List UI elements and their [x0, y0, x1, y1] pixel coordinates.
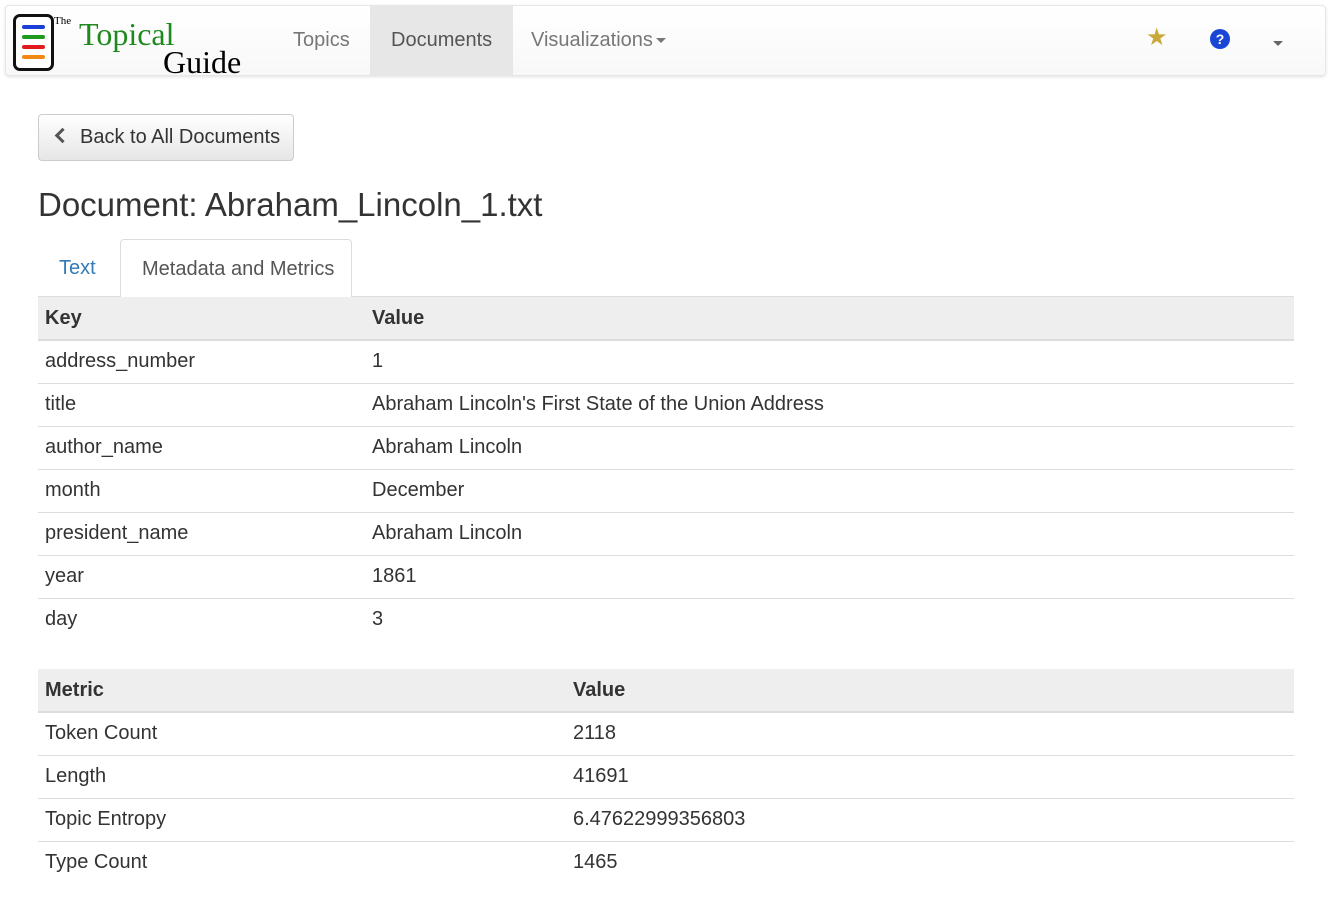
chevron-down-icon	[655, 38, 666, 44]
table-row: Type Count 1465	[38, 840, 1294, 884]
caret-down-icon[interactable]	[1273, 41, 1283, 46]
metric-value: 1465	[566, 840, 1294, 884]
logo-bar-blue	[22, 25, 45, 29]
metadata-key: president_name	[38, 511, 365, 555]
table-row: Length 41691	[38, 754, 1294, 798]
column-header-value: Value	[566, 669, 1294, 713]
metadata-key: title	[38, 382, 365, 426]
metadata-table: Key Value address_number 1 title Abraham…	[38, 297, 1294, 641]
table-row: address_number 1	[38, 340, 1294, 383]
metadata-key: day	[38, 597, 365, 641]
table-header-row: Key Value	[38, 297, 1294, 341]
metadata-key: month	[38, 468, 365, 512]
logo-bar-red	[22, 45, 45, 49]
table-row: day 3	[38, 597, 1294, 641]
metrics-table: Metric Value Token Count 2118 Length 416…	[38, 669, 1294, 884]
metadata-key: address_number	[45, 350, 196, 373]
table-row: Topic Entropy 6.47622999356803	[38, 797, 1294, 841]
document-tabs: Text Metadata and Metrics	[38, 239, 1294, 298]
nav-documents[interactable]: Documents	[370, 6, 514, 75]
metadata-value: Abraham Lincoln	[365, 425, 1294, 469]
metadata-value: 1861	[365, 554, 1294, 598]
logo-bar-orange	[22, 55, 45, 59]
table-header-row: Metric Value	[38, 669, 1294, 713]
table-row: Token Count 2118	[38, 712, 1294, 755]
metadata-value: Abraham Lincoln	[365, 511, 1294, 555]
back-to-all-documents-button[interactable]: Back to All Documents	[38, 114, 294, 161]
brand-logo[interactable]: The Topical Guide	[13, 12, 253, 78]
metric-value: 6.47622999356803	[566, 797, 1294, 841]
navbar: The Topical Guide Topics Documents Visua…	[5, 5, 1326, 78]
back-button-label: Back to All Documents	[80, 126, 281, 148]
table-row: president_name Abraham Lincoln	[38, 511, 1294, 555]
chevron-left-icon	[54, 127, 71, 144]
table-row: author_name Abraham Lincoln	[38, 425, 1294, 469]
metric-name: Topic Entropy	[38, 797, 566, 841]
brand-topical: Topical	[79, 16, 175, 52]
brand-the: The	[54, 15, 72, 27]
metric-value: 2118	[573, 722, 617, 745]
metric-name: Type Count	[38, 840, 566, 884]
metric-value: 41691	[566, 754, 1294, 798]
metadata-value: 3	[365, 597, 1294, 641]
nav-topics[interactable]: Topics	[272, 6, 371, 75]
table-row: month December	[38, 468, 1294, 512]
column-header-metric: Metric	[38, 669, 566, 713]
column-header-key: Key	[38, 297, 365, 341]
metadata-key: author_name	[38, 425, 365, 469]
page-title: Document: Abraham_Lincoln_1.txt	[38, 186, 543, 223]
topical-guide-logo-icon	[13, 14, 54, 71]
column-header-value: Value	[365, 297, 1294, 341]
metric-name: Token Count	[45, 722, 158, 745]
logo-bar-green	[22, 35, 45, 39]
metadata-value: December	[365, 468, 1294, 512]
nav-visualizations-label: Visualizations	[531, 29, 653, 51]
nav-visualizations[interactable]: Visualizations	[510, 6, 687, 75]
metadata-key: year	[38, 554, 365, 598]
tab-metadata-and-metrics[interactable]: Metadata and Metrics	[120, 239, 352, 298]
metric-name: Length	[38, 754, 566, 798]
table-row: title Abraham Lincoln's First State of t…	[38, 382, 1294, 426]
metadata-value: Abraham Lincoln's First State of the Uni…	[365, 382, 1294, 426]
brand-guide: Guide	[163, 44, 242, 80]
table-row: year 1861	[38, 554, 1294, 598]
question-circle-icon[interactable]: ?	[1210, 29, 1230, 49]
tab-text[interactable]: Text	[38, 239, 117, 297]
star-icon[interactable]: ★	[1146, 26, 1168, 50]
metadata-value: 1	[372, 350, 384, 373]
